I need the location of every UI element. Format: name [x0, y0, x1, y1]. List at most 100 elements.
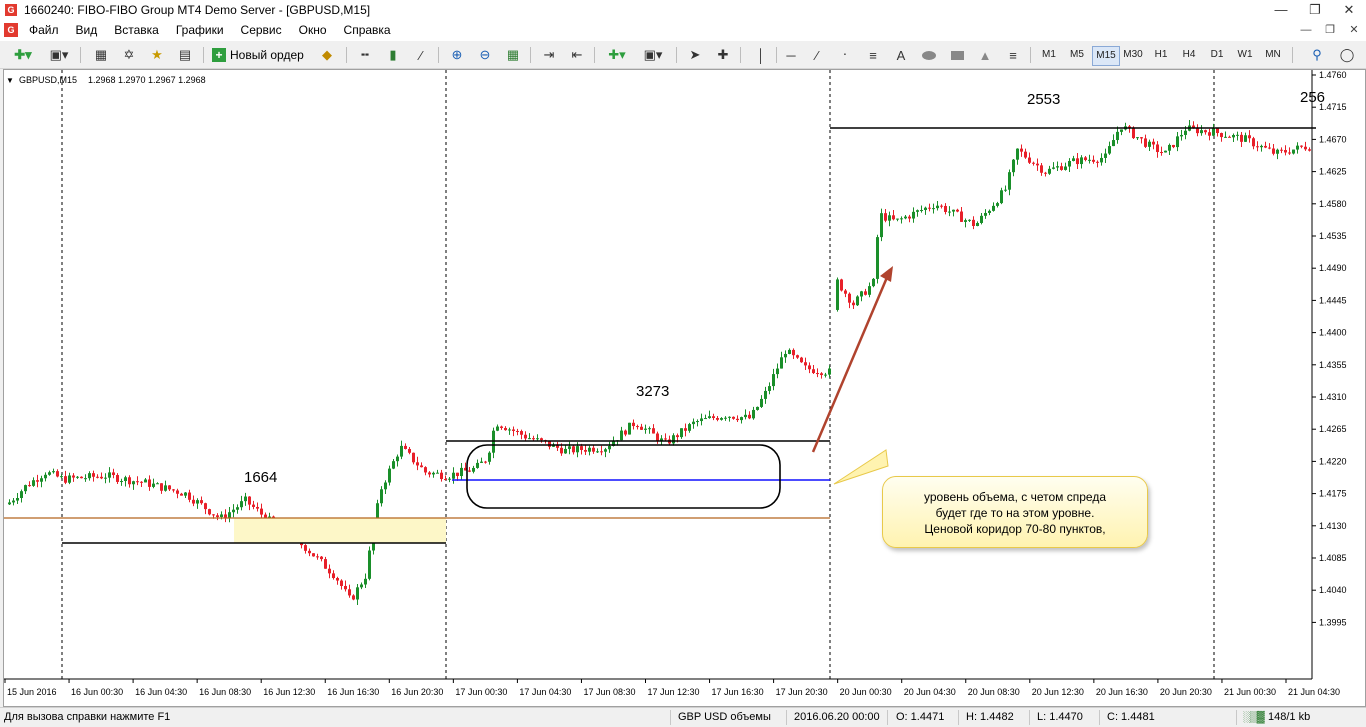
timeframe-w1[interactable]: W1 [1232, 46, 1258, 64]
mdi-close-button[interactable]: ✕ [1342, 20, 1366, 41]
timeframe-d1[interactable]: D1 [1204, 46, 1230, 64]
candle-body [740, 417, 743, 421]
candle-body [168, 485, 171, 490]
chart-window-icon[interactable]: G [4, 23, 18, 37]
vertical-line-button[interactable]: │ [750, 45, 772, 65]
gann-button[interactable]: ≡ [862, 45, 884, 65]
menu-help[interactable]: Справка [344, 20, 400, 41]
favorites-button[interactable]: ★ [146, 45, 168, 65]
candle-body [200, 500, 203, 504]
price-chart[interactable]: 1664 3273 2553 256 ▼ GBPUSD,M15 1.2968 1… [4, 70, 1365, 706]
candle-body [1068, 160, 1071, 167]
status-bar: Для вызова справки нажмите F1 GBP USD об… [0, 707, 1366, 727]
candle-body [176, 490, 179, 494]
autoscroll-button[interactable]: ⇥ [538, 45, 560, 65]
candle-body [664, 438, 667, 440]
mdi-minimize-button[interactable]: — [1294, 20, 1318, 41]
candle-body [1172, 144, 1175, 148]
bar-chart-button[interactable]: ╍ [354, 45, 376, 65]
candle-body [252, 504, 255, 507]
candle-body [628, 422, 631, 435]
new-chart-button[interactable]: ✚▾ [8, 45, 38, 65]
candle-body [968, 219, 971, 221]
menu-window[interactable]: Окно [299, 20, 336, 41]
status-profile[interactable]: GBP USD объемы [678, 711, 771, 723]
market-watch-button[interactable]: ▦ [90, 45, 112, 65]
text-tool-button[interactable]: A [890, 45, 912, 65]
candle-body [112, 472, 115, 476]
price-tick-label: 1.4625 [1319, 167, 1347, 177]
candle-body [704, 418, 707, 420]
timeframe-m5[interactable]: M5 [1064, 46, 1090, 64]
candle-body [1204, 130, 1207, 133]
maximize-button[interactable]: ❐ [1298, 0, 1332, 20]
profiles-button[interactable]: ▣▾ [44, 45, 74, 65]
timeframe-m30[interactable]: M30 [1120, 46, 1146, 64]
volume-label-2553: 2553 [1027, 91, 1060, 108]
chart-collapse-icon[interactable]: ▼ [6, 76, 14, 85]
candle-body [1264, 145, 1267, 148]
rectangle-button[interactable] [946, 45, 968, 65]
candle-body [688, 424, 691, 431]
cursor-button[interactable]: ➤ [684, 45, 706, 65]
horizontal-line-button[interactable]: ─ [780, 45, 802, 65]
candle-body [1208, 132, 1211, 136]
close-button[interactable]: ✕ [1332, 0, 1366, 20]
timeframe-m1[interactable]: M1 [1036, 46, 1062, 64]
candle-body [1288, 152, 1291, 154]
indicators-button[interactable]: ✚▾ [602, 45, 632, 65]
menu-file[interactable]: Файл [29, 20, 68, 41]
community-button[interactable]: ◯ [1336, 45, 1358, 65]
candle-body [488, 452, 491, 462]
terminal-button[interactable]: ▤ [174, 45, 196, 65]
candle-body [784, 353, 787, 358]
candle-body [392, 461, 395, 469]
channel-button[interactable]: ⋅ [834, 45, 856, 65]
triangle-button[interactable]: ▲ [974, 45, 996, 65]
menu-charts[interactable]: Графики [176, 20, 233, 41]
ellipse-button[interactable] [918, 45, 940, 65]
templates-button[interactable]: ▣▾ [638, 45, 668, 65]
menu-insert[interactable]: Вставка [114, 20, 168, 41]
ellipse-icon [922, 50, 936, 60]
crosshair-button[interactable]: ✚ [712, 45, 734, 65]
close-icon: ✕ [1343, 2, 1355, 17]
timeframe-mn[interactable]: MN [1260, 46, 1286, 64]
candle-body [1164, 150, 1167, 153]
search-button[interactable]: ⚲ [1306, 45, 1328, 65]
mdi-restore-button[interactable]: ❐ [1318, 20, 1342, 41]
candlestick-button[interactable]: ▮ [382, 45, 404, 65]
chart-shift-button[interactable]: ⇤ [566, 45, 588, 65]
candle-body [876, 237, 879, 279]
candle-body [216, 515, 219, 518]
expert-advisors-button[interactable]: ◆ [316, 45, 338, 65]
candle-body [180, 493, 183, 496]
timeframe-h4[interactable]: H4 [1176, 46, 1202, 64]
chart-window[interactable]: 1664 3273 2553 256 ▼ GBPUSD,M15 1.2968 1… [3, 69, 1366, 707]
candle-body [16, 498, 19, 501]
candle-body [972, 219, 975, 226]
line-chart-button[interactable]: ∕ [410, 45, 432, 65]
candle-body [560, 447, 563, 454]
candle-body [980, 215, 983, 223]
volume-label-1664: 1664 [244, 469, 277, 486]
minimize-button[interactable]: — [1264, 0, 1298, 20]
candle-body [380, 489, 383, 504]
tile-windows-button[interactable]: ▦ [502, 45, 524, 65]
candle-body [476, 462, 479, 468]
zoom-in-button[interactable]: ⊕ [446, 45, 468, 65]
time-tick-label: 15 Jun 2016 [7, 687, 57, 697]
candle-body [24, 485, 27, 492]
menu-tools[interactable]: Сервис [241, 20, 291, 41]
timeframe-m15[interactable]: M15 [1092, 46, 1120, 66]
fibo-button[interactable]: ≡ [1002, 45, 1024, 65]
menu-view[interactable]: Вид [76, 20, 107, 41]
candle-body [504, 427, 507, 431]
new-order-button[interactable]: + Новый ордер [212, 45, 304, 65]
timeframe-h1[interactable]: H1 [1148, 46, 1174, 64]
price-tick-label: 1.4130 [1319, 521, 1347, 531]
navigator-button[interactable]: ✡ [118, 45, 140, 65]
trendline-button[interactable]: ∕ [806, 45, 828, 65]
zoom-out-button[interactable]: ⊖ [474, 45, 496, 65]
candle-body [104, 477, 107, 479]
